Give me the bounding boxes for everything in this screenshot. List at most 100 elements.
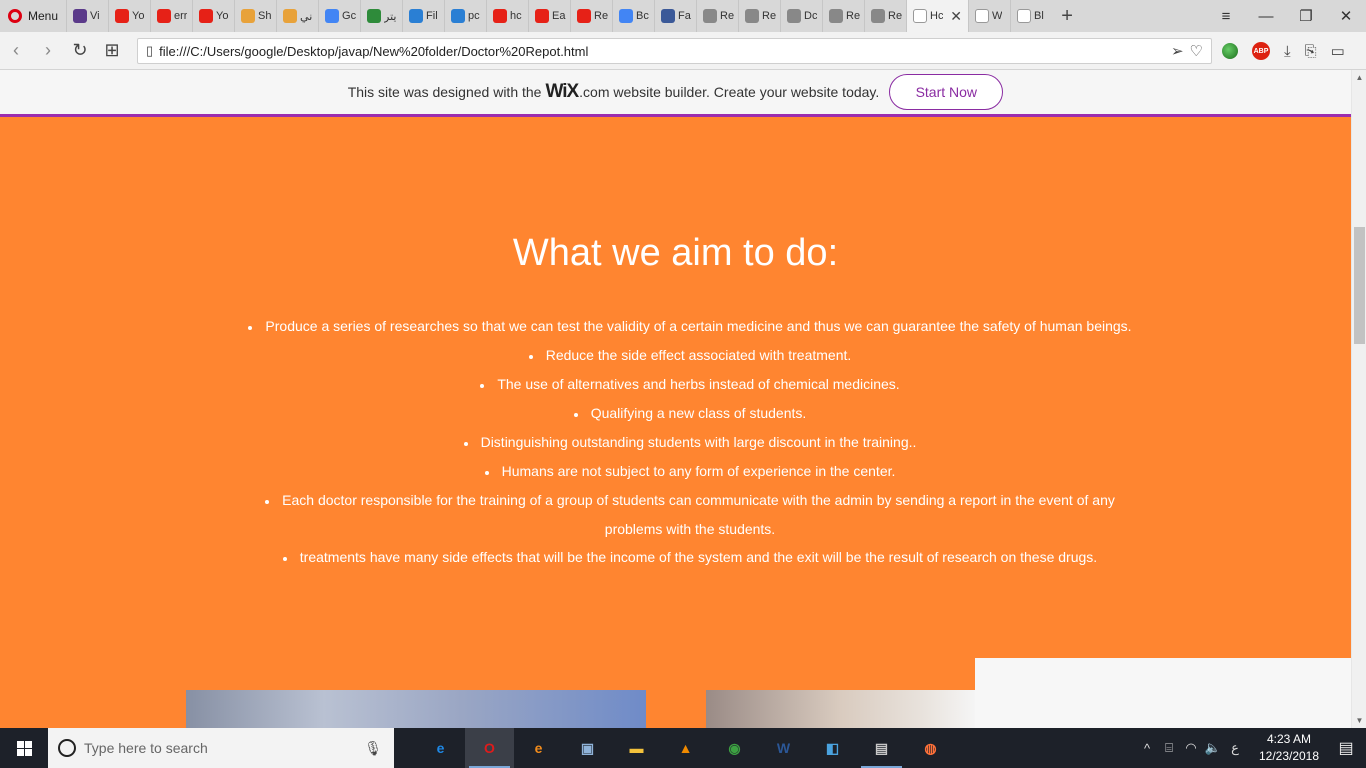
browser-tab[interactable]: Fil bbox=[402, 0, 444, 32]
close-tab-icon[interactable]: ✕ bbox=[950, 8, 962, 25]
taskbar-app[interactable]: ▣ bbox=[563, 728, 612, 768]
taskbar-app[interactable]: e bbox=[416, 728, 465, 768]
adblock-plus-icon[interactable]: ABP bbox=[1252, 42, 1270, 60]
aims-list: Produce a series of researches so that w… bbox=[240, 312, 1140, 572]
clock[interactable]: 4:23 AM 12/23/2018 bbox=[1252, 731, 1326, 765]
tab-label: Sh bbox=[258, 10, 272, 22]
doctor-image bbox=[706, 690, 975, 728]
taskbar-app[interactable]: ◉ bbox=[710, 728, 759, 768]
start-button[interactable] bbox=[0, 728, 48, 768]
browser-tab[interactable]: W bbox=[968, 0, 1010, 32]
wix-banner-prefix: This site was designed with the bbox=[347, 84, 542, 100]
browser-tab[interactable]: يتر bbox=[360, 0, 402, 32]
speed-dial-button[interactable]: ⊞ bbox=[96, 40, 128, 61]
minimize-button[interactable]: — bbox=[1246, 8, 1286, 25]
reload-button[interactable]: ↻ bbox=[64, 40, 96, 61]
vertical-scrollbar[interactable]: ▲ ▼ bbox=[1351, 70, 1366, 728]
browser-tab[interactable]: hc bbox=[486, 0, 528, 32]
close-window-button[interactable]: ✕ bbox=[1326, 7, 1366, 25]
tab-label: يتر bbox=[384, 10, 397, 23]
browser-tab[interactable]: Bc bbox=[612, 0, 654, 32]
chain-icon bbox=[283, 9, 298, 23]
browser-tab[interactable]: Re bbox=[570, 0, 612, 32]
taskbar-app[interactable]: ▬ bbox=[612, 728, 661, 768]
start-now-button[interactable]: Start Now bbox=[889, 74, 1004, 110]
tab-label: Re bbox=[846, 10, 861, 22]
new-tab-button[interactable]: + bbox=[1052, 5, 1082, 28]
forward-button[interactable]: › bbox=[32, 40, 64, 61]
volume-icon[interactable]: 🔈 bbox=[1202, 740, 1224, 756]
language-indicator[interactable]: ع bbox=[1224, 740, 1246, 756]
page-info-icon[interactable]: ▯ bbox=[146, 43, 153, 59]
snapshot-icon[interactable]: ⎘ bbox=[1305, 43, 1317, 60]
browser-tab[interactable]: Re bbox=[738, 0, 780, 32]
scroll-thumb[interactable] bbox=[1354, 227, 1365, 344]
taskbar-app[interactable]: ▲ bbox=[661, 728, 710, 768]
downloads-icon[interactable]: ⤓ bbox=[1284, 43, 1291, 60]
aim-item: The use of alternatives and herbs instea… bbox=[240, 370, 1140, 399]
tab-menu-icon[interactable]: ≡ bbox=[1206, 8, 1246, 25]
taskbar-search[interactable]: Type here to search 🎙 bbox=[48, 728, 394, 768]
tab-label: Re bbox=[888, 10, 903, 22]
opera-menu-button[interactable]: Menu bbox=[0, 0, 66, 32]
taskbar-app[interactable]: O bbox=[465, 728, 514, 768]
browser-tab[interactable]: Fa bbox=[654, 0, 696, 32]
network-adapter-icon[interactable]: ⌸ bbox=[1158, 740, 1180, 756]
browser-tab[interactable]: ني bbox=[276, 0, 318, 32]
url-field[interactable]: ▯ file:///C:/Users/google/Desktop/javap/… bbox=[137, 38, 1212, 64]
youtube-icon bbox=[577, 9, 592, 23]
taskbar-app[interactable]: e bbox=[514, 728, 563, 768]
extension-globe-icon[interactable] bbox=[1222, 43, 1238, 59]
browser-tab[interactable]: Sh bbox=[234, 0, 276, 32]
tab-label: Yo bbox=[216, 10, 229, 22]
tab-label: Fa bbox=[678, 10, 691, 22]
microphone-icon[interactable]: 🎙 bbox=[364, 740, 382, 757]
google-icon bbox=[619, 9, 634, 23]
browser-tab[interactable]: pc bbox=[444, 0, 486, 32]
youtube-icon bbox=[157, 9, 172, 23]
page-viewport: This site was designed with the WiX .com… bbox=[0, 70, 1351, 728]
show-hidden-icons[interactable]: ^ bbox=[1136, 741, 1158, 756]
tab-label: Yo bbox=[132, 10, 145, 22]
battery-saver-icon[interactable]: ▭ bbox=[1331, 42, 1345, 60]
windows-logo-icon bbox=[16, 740, 32, 756]
taskbar-app[interactable]: ◍ bbox=[906, 728, 955, 768]
browser-tab[interactable]: err bbox=[150, 0, 192, 32]
action-center-icon[interactable]: ▤ bbox=[1326, 738, 1366, 758]
active-tab[interactable]: Hc ✕ bbox=[906, 0, 969, 32]
tab-label: Ea bbox=[552, 10, 566, 22]
wix-banner: This site was designed with the WiX .com… bbox=[0, 70, 1351, 117]
aim-item: Produce a series of researches so that w… bbox=[240, 312, 1140, 341]
browser-tab[interactable]: Re bbox=[822, 0, 864, 32]
tab-label: Re bbox=[594, 10, 609, 22]
taskbar-app[interactable]: ▤ bbox=[857, 728, 906, 768]
vlc-icon: ▲ bbox=[678, 740, 693, 756]
send-icon[interactable]: ➢ bbox=[1171, 42, 1184, 60]
browser-tab[interactable]: Dc bbox=[780, 0, 822, 32]
tab-label: pc bbox=[468, 10, 480, 22]
document-icon bbox=[703, 9, 718, 23]
browser-tab[interactable]: Yo bbox=[108, 0, 150, 32]
taskbar-app[interactable]: ◧ bbox=[808, 728, 857, 768]
browser-tab[interactable]: Ea bbox=[528, 0, 570, 32]
browser-tab[interactable]: Bl bbox=[1010, 0, 1052, 32]
lab-image bbox=[186, 690, 646, 728]
bookmark-heart-icon[interactable]: ♡ bbox=[1190, 42, 1203, 60]
aim-item: Distinguishing outstanding students with… bbox=[240, 428, 1140, 457]
wix-banner-suffix: .com website builder. Create your websit… bbox=[579, 84, 880, 100]
browser-tab[interactable]: Vi bbox=[66, 0, 108, 32]
scroll-up-icon[interactable]: ▲ bbox=[1352, 70, 1366, 85]
scroll-down-icon[interactable]: ▼ bbox=[1352, 713, 1366, 728]
taskbar-app[interactable]: W bbox=[759, 728, 808, 768]
spinner-icon bbox=[451, 9, 466, 23]
check-icon bbox=[367, 9, 382, 23]
opera-logo-icon bbox=[8, 9, 22, 23]
browser-tab[interactable]: Re bbox=[864, 0, 906, 32]
wifi-icon[interactable]: ◠ bbox=[1180, 740, 1202, 756]
wix-logo[interactable]: WiX bbox=[545, 81, 579, 103]
browser-tab[interactable]: Gc bbox=[318, 0, 360, 32]
back-button[interactable]: ‹ bbox=[0, 40, 32, 61]
browser-tab[interactable]: Yo bbox=[192, 0, 234, 32]
browser-tab[interactable]: Re bbox=[696, 0, 738, 32]
restore-button[interactable]: ❐ bbox=[1286, 7, 1326, 25]
